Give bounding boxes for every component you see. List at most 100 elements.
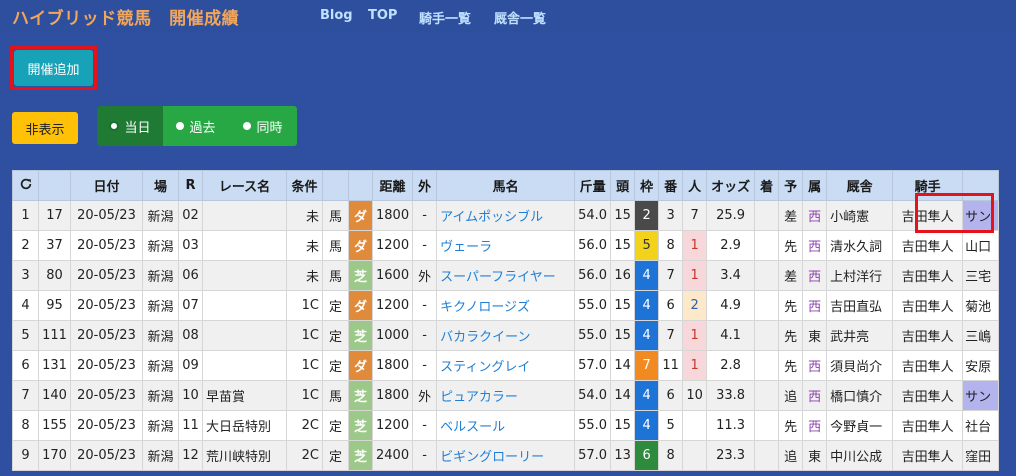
- race-condition: 定: [322, 290, 349, 321]
- track-name: 新潟: [142, 440, 179, 471]
- nav-jockeys[interactable]: 騎手一覧: [419, 8, 471, 27]
- jockey-cell[interactable]: 吉田隼人: [892, 230, 964, 261]
- finish-cell: [754, 290, 780, 321]
- jockey-cell[interactable]: 吉田隼人: [892, 290, 964, 321]
- radio-same[interactable]: 同時: [229, 106, 297, 146]
- distance-cell: 1200: [371, 230, 414, 261]
- outer-cell: -: [412, 440, 438, 471]
- horse-name-link[interactable]: スティングレイ: [436, 350, 576, 381]
- prediction-cell: 先: [778, 230, 804, 261]
- waku-cell: 6: [634, 440, 660, 471]
- nav-stables[interactable]: 厩舎一覧: [494, 8, 546, 27]
- jockey-cell[interactable]: 吉田隼人: [892, 260, 964, 291]
- refresh-header[interactable]: [12, 170, 39, 201]
- distance-cell: 1200: [371, 410, 414, 441]
- hide-button[interactable]: 非表示: [12, 112, 78, 144]
- col-header-surface: [348, 170, 373, 201]
- row-number: 6: [12, 350, 39, 381]
- horse-name-link[interactable]: スーパーフライヤー: [436, 260, 576, 291]
- trainer-cell: 中川公成: [826, 440, 894, 471]
- race-id: 140: [38, 380, 71, 411]
- date-mode-radio-group: 当日 過去 同時: [97, 106, 297, 146]
- radio-past-label: 過去: [189, 120, 216, 136]
- race-date: 20-05/23: [70, 290, 143, 321]
- waku-cell: 4: [634, 380, 660, 411]
- race-class: 2C: [286, 440, 323, 471]
- jockey-cell[interactable]: 吉田隼人: [892, 200, 964, 231]
- jockey-cell[interactable]: 吉田隼人: [892, 320, 964, 351]
- track-name: 新潟: [142, 200, 179, 231]
- refresh-icon[interactable]: [19, 177, 33, 191]
- popularity-cell: 7: [682, 200, 708, 231]
- race-id: 170: [38, 440, 71, 471]
- track-name: 新潟: [142, 320, 179, 351]
- waku-cell: 5: [634, 230, 660, 261]
- table-row: 3 80 20-05/23 新潟 06 未馬芝 1600 外スーパーフライヤー 56.0 16 4 7…: [12, 260, 1000, 291]
- radio-past[interactable]: 過去: [163, 106, 229, 146]
- race-name: [202, 260, 287, 291]
- horse-name-link[interactable]: キクノロージズ: [436, 290, 576, 321]
- popularity-cell: 1: [682, 350, 708, 381]
- odds-cell: 2.8: [706, 350, 756, 381]
- extra-cell: 菊池: [962, 290, 1000, 321]
- jockey-cell[interactable]: 吉田隼人: [892, 440, 964, 471]
- radio-today-label: 当日: [124, 120, 151, 136]
- add-meeting-button[interactable]: 開催追加: [14, 50, 93, 86]
- brand-title[interactable]: ハイブリッド競馬 開催成績: [12, 4, 239, 29]
- distance-cell: 1800: [371, 350, 414, 381]
- odds-cell: 4.9: [706, 290, 756, 321]
- outer-cell: -: [412, 350, 438, 381]
- col-header-affiliation: 属: [802, 170, 828, 201]
- trainer-cell: 須貝尚介: [826, 350, 894, 381]
- prediction-cell: 先: [778, 410, 804, 441]
- radio-selected-icon: [109, 121, 120, 131]
- jockey-cell[interactable]: 吉田隼人: [892, 380, 964, 411]
- heads-cell: 15: [610, 290, 636, 321]
- race-number: 08: [178, 320, 203, 351]
- horse-name-link[interactable]: ベルスール: [436, 410, 576, 441]
- surface-cell: ダ: [348, 350, 373, 381]
- row-number: 7: [12, 380, 39, 411]
- waku-cell: 7: [634, 350, 660, 381]
- race-class: 未: [286, 230, 323, 261]
- weight-cell: 55.0: [574, 320, 612, 351]
- popularity-cell: 1: [682, 260, 708, 291]
- horse-name-link[interactable]: ピュアカラー: [436, 380, 576, 411]
- race-number: 06: [178, 260, 203, 291]
- nav-top[interactable]: TOP: [368, 8, 397, 23]
- trainer-cell: 小崎憲: [826, 200, 894, 231]
- race-class: 1C: [286, 290, 323, 321]
- race-class: 1C: [286, 380, 323, 411]
- race-name: [202, 350, 287, 381]
- radio-today[interactable]: 当日: [97, 106, 163, 146]
- horse-name-link[interactable]: ヴェーラ: [436, 230, 576, 261]
- weight-cell: 54.0: [574, 380, 612, 411]
- race-class: 2C: [286, 410, 323, 441]
- race-name: [202, 200, 287, 231]
- horse-name-link[interactable]: バカラクイーン: [436, 320, 576, 351]
- surface-cell: 芝: [348, 380, 373, 411]
- col-header-finish: 着: [754, 170, 780, 201]
- table-row: 1 17 20-05/23 新潟 02 未馬ダ 1800- アイムポッシブル 54.0 15 2 3 7…: [12, 200, 1000, 231]
- race-number: 09: [178, 350, 203, 381]
- weight-cell: 57.0: [574, 350, 612, 381]
- jockey-cell[interactable]: 吉田隼人: [892, 350, 964, 381]
- popularity-cell: 1: [682, 230, 708, 261]
- col-header-jockey: 騎手: [892, 170, 964, 201]
- col-header-waku: 枠: [634, 170, 660, 201]
- race-condition: 馬: [322, 260, 349, 291]
- row-number: 5: [12, 320, 39, 351]
- jockey-cell[interactable]: 吉田隼人: [892, 410, 964, 441]
- popularity-cell: 1: [682, 320, 708, 351]
- horse-name-link[interactable]: ビギングローリー: [436, 440, 576, 471]
- popularity-cell: 2: [682, 290, 708, 321]
- table-row: 7 140 20-05/23 新潟 10 早苗賞 1C 馬芝 1800 外ピュアカラー 54.0 14…: [12, 380, 1000, 411]
- col-header-heads: 頭: [610, 170, 636, 201]
- outer-cell: 外: [412, 380, 438, 411]
- horse-name-link[interactable]: アイムポッシブル: [436, 200, 576, 231]
- nav-blog[interactable]: Blog: [320, 8, 353, 23]
- trainer-cell: 橋口慎介: [826, 380, 894, 411]
- waku-cell: 4: [634, 260, 660, 291]
- race-date: 20-05/23: [70, 440, 143, 471]
- race-id: 80: [38, 260, 71, 291]
